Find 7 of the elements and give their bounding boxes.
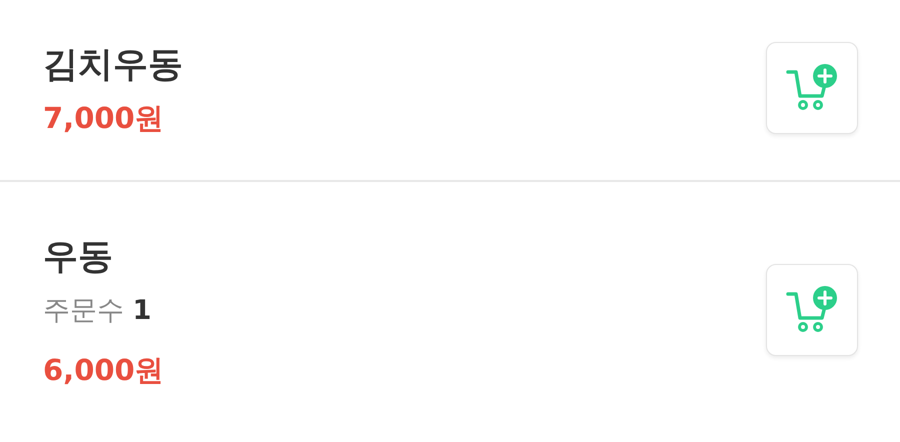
add-to-cart-button[interactable] [766,42,858,134]
order-count: 주문수 1 [43,294,152,328]
menu-price: 7,000원 [43,100,165,137]
menu-name: 김치우동 [43,44,183,87]
add-to-cart-button[interactable] [766,264,858,356]
menu-price: 6,000원 [43,352,164,388]
menu-name: 우동 [43,236,114,278]
